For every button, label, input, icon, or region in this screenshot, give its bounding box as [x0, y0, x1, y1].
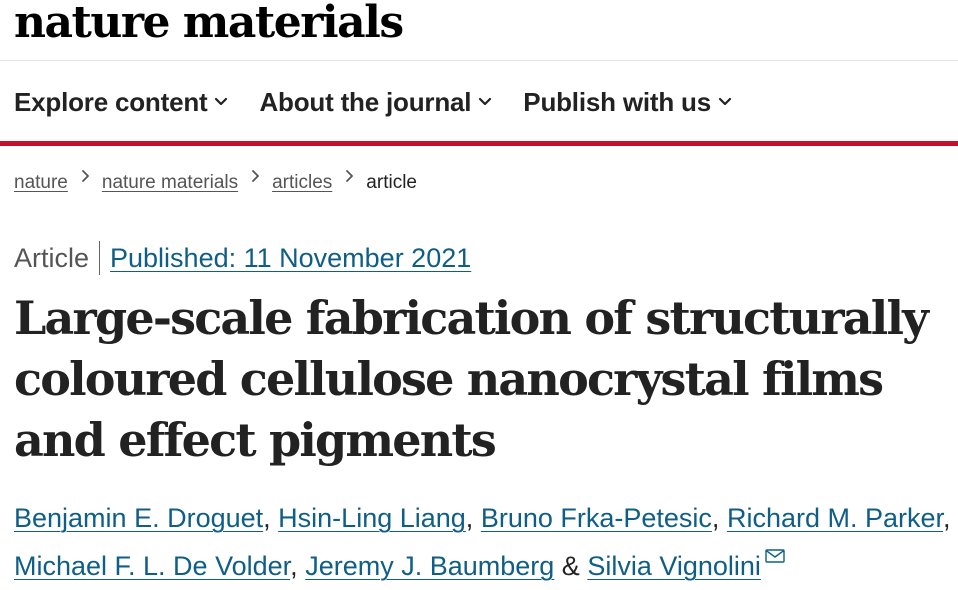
- chevron-right-icon: [238, 167, 272, 189]
- corresponding-author-link[interactable]: Silvia Vignolini: [587, 551, 761, 581]
- journal-logo[interactable]: nature materials: [14, 0, 404, 52]
- author-separator: ,: [465, 503, 474, 533]
- article-type: Article: [14, 242, 90, 273]
- chevron-down-icon: [213, 96, 229, 108]
- breadcrumb-link-articles[interactable]: articles: [272, 172, 332, 194]
- article-title: Large-scale fabrication of structurally …: [14, 291, 929, 467]
- author-separator: ,: [711, 503, 720, 533]
- chevron-down-icon: [477, 96, 493, 108]
- header-divider: [0, 60, 958, 61]
- author-separator: ,: [290, 551, 298, 581]
- nav-explore-content-label: Explore content: [14, 86, 208, 117]
- nav-about-the-journal[interactable]: About the journal: [259, 87, 493, 118]
- author-link[interactable]: Richard M. Parker: [727, 503, 943, 533]
- author-separator: ,: [263, 503, 271, 533]
- author-ampersand: &: [561, 551, 580, 581]
- breadcrumb: nature nature materials articles article: [14, 170, 417, 194]
- accent-bar: [0, 141, 958, 146]
- meta-divider: [99, 241, 101, 275]
- author-link[interactable]: Hsin-Ling Liang: [278, 503, 466, 533]
- chevron-right-icon: [332, 167, 366, 189]
- author-link[interactable]: Bruno Frka-Petesic: [481, 503, 712, 533]
- breadcrumb-link-nature[interactable]: nature: [14, 172, 68, 194]
- author-link[interactable]: Michael F. L. De Volder: [14, 551, 290, 581]
- mail-icon[interactable]: [765, 549, 785, 563]
- chevron-down-icon: [717, 96, 733, 108]
- author-link[interactable]: Jeremy J. Baumberg: [305, 551, 554, 581]
- published-date-link[interactable]: Published: 11 November 2021: [110, 243, 471, 274]
- chevron-right-icon: [68, 167, 102, 189]
- author-link[interactable]: Benjamin E. Droguet: [14, 503, 263, 533]
- nav-publish-with-us-label: Publish with us: [523, 86, 711, 117]
- breadcrumb-current: article: [366, 172, 417, 193]
- breadcrumb-link-nature-materials[interactable]: nature materials: [102, 172, 238, 194]
- author-separator: ,: [943, 503, 951, 533]
- article-meta: Article Published: 11 November 2021: [14, 240, 471, 276]
- author-list: Benjamin E. Droguet, Hsin-Ling Liang, Br…: [14, 494, 954, 590]
- nav-about-the-journal-label: About the journal: [259, 86, 472, 117]
- nav-publish-with-us[interactable]: Publish with us: [523, 87, 733, 118]
- nav-explore-content[interactable]: Explore content: [14, 87, 229, 118]
- main-nav: Explore content About the journal Publis…: [14, 82, 763, 122]
